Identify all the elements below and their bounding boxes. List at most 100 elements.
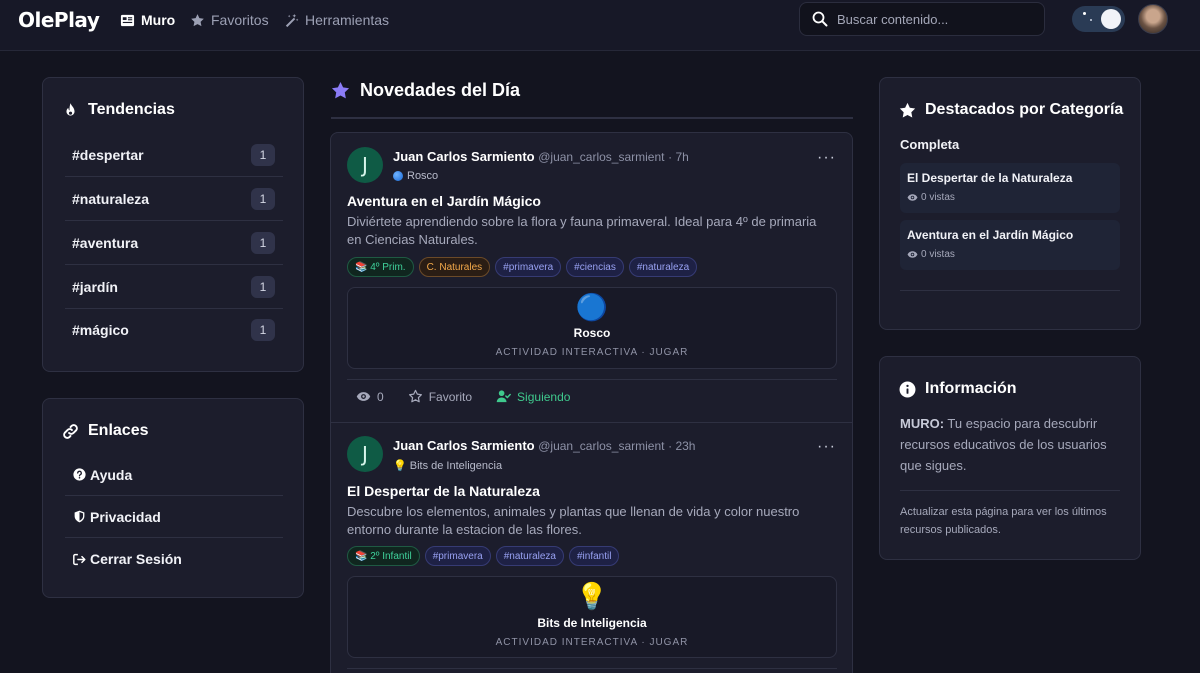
search-box: [799, 2, 1045, 36]
nav-herramientas-label: Herramientas: [305, 12, 390, 28]
theme-toggle[interactable]: [1072, 6, 1125, 32]
link-privacidad[interactable]: Privacidad: [65, 496, 283, 538]
links-title-text: Enlaces: [88, 422, 149, 439]
author-handle: @juan_carlos_sarmient: [538, 150, 665, 164]
tag-hashtag[interactable]: #naturaleza: [495, 546, 564, 566]
nav-favoritos[interactable]: Favoritos: [190, 11, 269, 29]
search-input[interactable]: [837, 11, 1027, 27]
trend-tag: #jardín: [72, 278, 118, 295]
blue-circle-icon: 🔵: [575, 292, 609, 322]
author-handle: @juan_carlos_sarmient: [538, 439, 665, 453]
author-avatar[interactable]: J: [347, 436, 383, 472]
user-check-icon: [496, 390, 511, 403]
link-label: Cerrar Sesión: [90, 551, 182, 567]
nav-herramientas[interactable]: Herramientas: [284, 11, 389, 29]
post-title[interactable]: El Despertar de la Naturaleza: [347, 483, 540, 499]
post-time: · 7h: [668, 150, 689, 164]
tag-subject[interactable]: C. Naturales: [418, 257, 491, 277]
logout-icon: [73, 553, 86, 565]
trend-item[interactable]: #mágico 1: [65, 308, 283, 352]
star-icon: [331, 81, 350, 99]
featured-title: Destacados por Categoría: [899, 101, 1123, 119]
following-label: Siguiendo: [517, 389, 571, 404]
magic-wand-icon: [285, 13, 299, 27]
trend-tag: #mágico: [72, 322, 129, 338]
trend-item[interactable]: #despertar 1: [65, 133, 283, 177]
trends-title: Tendencias: [62, 101, 175, 119]
info-card: Información MURO: Tu espacio para descub…: [879, 356, 1141, 560]
post-author-line: Juan Carlos Sarmiento @juan_carlos_sarmi…: [393, 438, 695, 453]
star-dot-icon: [1083, 12, 1086, 15]
eye-icon: [907, 251, 918, 258]
tag-hashtag[interactable]: #naturaleza: [628, 257, 698, 277]
featured-item-views: 0 vistas: [907, 192, 955, 203]
newspaper-icon: [120, 14, 135, 26]
star-dot-icon: [1090, 19, 1092, 21]
post-time: · 23h: [668, 439, 696, 453]
activity-label-text: 💡 Bits de Inteligencia: [393, 460, 503, 472]
trend-item[interactable]: #aventura 1: [65, 221, 283, 265]
shield-icon: [74, 510, 85, 523]
more-options-button[interactable]: ···: [817, 438, 836, 456]
activity-name: Rosco: [573, 326, 611, 340]
post-actions-divider: [347, 668, 837, 669]
author-name[interactable]: Juan Carlos Sarmiento: [393, 438, 535, 453]
link-label: Ayuda: [90, 466, 133, 483]
tag-hashtag[interactable]: #ciencias: [566, 257, 624, 277]
tag-level[interactable]: 📚 2º Infantil: [347, 546, 420, 566]
tag-hashtag[interactable]: #primavera: [495, 257, 562, 277]
nav-muro-label: Muro: [141, 12, 176, 28]
more-options-button[interactable]: ···: [817, 149, 836, 167]
fire-icon: [66, 102, 75, 116]
user-avatar[interactable]: [1138, 4, 1168, 34]
favorite-label: Favorito: [428, 389, 473, 404]
trend-tag: #aventura: [72, 234, 139, 251]
trend-tag: #naturaleza: [72, 190, 150, 207]
featured-item[interactable]: El Despertar de la Naturaleza 0 vistas: [900, 163, 1120, 213]
author-name[interactable]: Juan Carlos Sarmiento: [393, 149, 535, 164]
following-button[interactable]: Siguiendo: [496, 389, 570, 404]
info-note: Actualizar esta página para ver los últi…: [900, 506, 1107, 536]
trend-item[interactable]: #jardín 1: [65, 265, 283, 309]
featured-title-text: Destacados por Categoría: [925, 101, 1124, 118]
star-outline-icon: [408, 389, 422, 403]
trends-card: Tendencias #despertar 1 #naturaleza 1 #a…: [42, 77, 304, 372]
activity-label-text: Rosco: [407, 170, 439, 182]
eye-icon: [356, 392, 371, 401]
featured-item[interactable]: Aventura en el Jardín Mágico 0 vistas: [900, 220, 1120, 270]
lightbulb-icon: 💡: [575, 581, 609, 611]
views-text: 0 vistas: [921, 192, 955, 203]
post-author-line: Juan Carlos Sarmiento @juan_carlos_sarmi…: [393, 149, 689, 164]
activity-name: Bits de Inteligencia: [537, 616, 647, 630]
post-description: Descubre los elementos, animales y plant…: [347, 504, 800, 537]
blue-circle-icon: [393, 171, 403, 181]
activity-preview[interactable]: 💡 Bits de Inteligencia ACTIVIDAD INTERAC…: [347, 576, 837, 658]
tag-hashtag[interactable]: #infantil: [568, 546, 620, 566]
info-lead: MURO:: [900, 416, 945, 431]
tag-level[interactable]: 📚 4º Prim.: [347, 257, 414, 277]
author-avatar[interactable]: J: [347, 147, 383, 183]
favorite-button[interactable]: Favorito: [408, 389, 472, 404]
nav-muro[interactable]: Muro: [120, 11, 175, 29]
featured-card: Destacados por Categoría Completa El Des…: [879, 77, 1141, 330]
tag-hashtag[interactable]: #primavera: [424, 546, 491, 566]
views-text: 0 vistas: [921, 249, 955, 260]
post-tags: 📚 4º Prim. C. Naturales #primavera #cien…: [347, 257, 698, 277]
post-title[interactable]: Aventura en el Jardín Mágico: [347, 193, 541, 209]
activity-preview[interactable]: 🔵 Rosco ACTIVIDAD INTERACTIVA · JUGAR: [347, 287, 837, 369]
post-actions: 0 Favorito Siguiendo: [356, 389, 570, 404]
link-cerrar-sesion[interactable]: Cerrar Sesión: [65, 538, 283, 580]
link-ayuda[interactable]: Ayuda: [65, 454, 283, 496]
feed-divider: [331, 117, 853, 119]
eye-icon: [907, 194, 918, 201]
post-activity-label: Rosco: [393, 170, 438, 182]
feed-header: Novedades del Día: [331, 80, 520, 101]
post-tags: 📚 2º Infantil #primavera #naturaleza #in…: [347, 546, 620, 566]
feed-title: Novedades del Día: [360, 80, 521, 100]
search-icon: [812, 11, 828, 27]
star-icon: [899, 102, 916, 118]
trend-item[interactable]: #naturaleza 1: [65, 177, 283, 221]
app-logo[interactable]: OlePlay: [18, 8, 100, 32]
info-title-text: Información: [925, 380, 1017, 397]
post-actions-divider: [347, 379, 837, 380]
